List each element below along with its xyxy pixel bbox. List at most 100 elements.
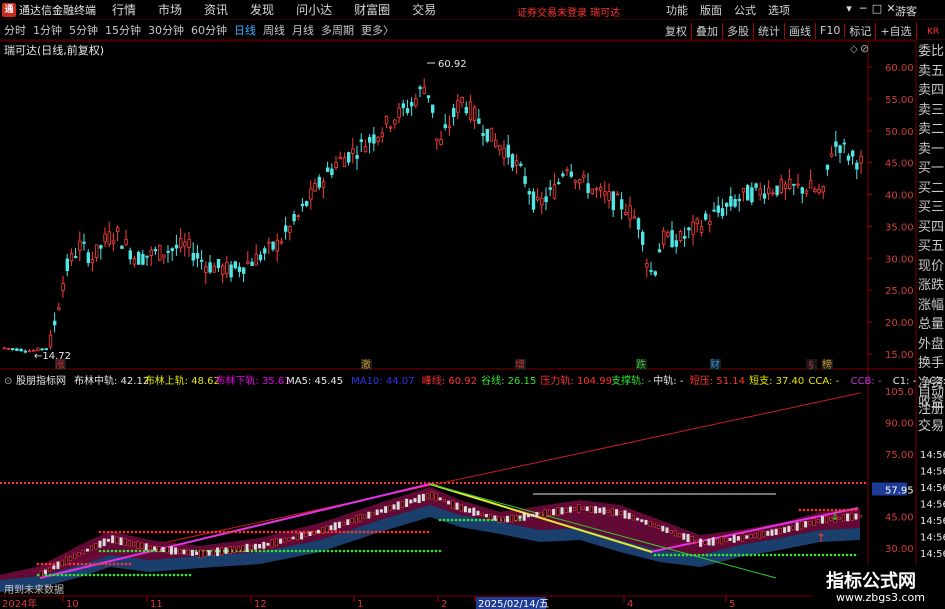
- ind-candle: [602, 507, 606, 515]
- support-dots: [653, 553, 657, 557]
- ind-candle: [820, 516, 824, 524]
- support-dots: [430, 549, 434, 553]
- ind-candle: [640, 519, 644, 523]
- support-dots: [370, 549, 374, 553]
- side-tab[interactable]: 买一: [918, 159, 945, 179]
- support-dots: [128, 573, 132, 577]
- ind-candle: [724, 537, 728, 543]
- support-dots: [282, 549, 286, 553]
- support-dots: [793, 553, 797, 557]
- support-dots: [466, 518, 470, 522]
- ind-candle: [589, 505, 593, 513]
- event-marker: 财: [710, 358, 720, 371]
- support-dots: [140, 573, 144, 577]
- candle-body: [90, 259, 95, 264]
- pressure-dots: [394, 530, 398, 534]
- ind-candle: [207, 550, 211, 556]
- support-dots: [98, 549, 102, 553]
- ind-candle: [841, 514, 845, 522]
- side-tab[interactable]: 涨幅: [918, 296, 945, 316]
- pressure-dots: [274, 530, 278, 534]
- ind-candle: [354, 515, 358, 524]
- side-tab[interactable]: 卖三: [918, 101, 945, 121]
- candle-body: [149, 249, 153, 256]
- side-tab[interactable]: 卖一: [918, 140, 945, 160]
- side-tab[interactable]: 卖二: [918, 120, 945, 140]
- indicator-field: CCB: -: [851, 376, 882, 387]
- support-dots: [124, 573, 128, 577]
- side-tab[interactable]: 买五: [918, 237, 945, 257]
- candle-body: [468, 101, 473, 121]
- candle-body: [120, 245, 124, 249]
- side-tab[interactable]: 自动: [918, 384, 945, 401]
- ind-candle: [484, 513, 488, 518]
- pressure-dots: [422, 530, 426, 534]
- side-tab[interactable]: 卖五: [918, 62, 945, 82]
- support-dots: [194, 549, 198, 553]
- ind-candle: [606, 510, 610, 513]
- ind-candle: [375, 509, 379, 516]
- side-tab[interactable]: 外盘: [918, 335, 945, 355]
- ind-candle: [106, 538, 110, 542]
- candle-body: [771, 192, 775, 195]
- indicator-field: 布林中轨: 42.12: [74, 374, 149, 387]
- side-tab[interactable]: 买三: [918, 198, 945, 218]
- indicator-field: 谷线: 26.15: [481, 374, 536, 387]
- pressure-dots: [142, 530, 146, 534]
- candle-body: [720, 208, 725, 216]
- candle-body: [641, 231, 645, 245]
- side-tab[interactable]: 卖四: [918, 81, 945, 101]
- candle-body: [704, 213, 708, 220]
- support-dots: [482, 518, 486, 522]
- pressure-dots: [128, 562, 132, 566]
- candle-body: [573, 180, 578, 183]
- candle-body: [842, 142, 846, 145]
- ind-candle: [715, 538, 719, 544]
- pressure-dots: [68, 562, 72, 566]
- pressure-dots: [210, 530, 214, 534]
- candle-body: [456, 100, 460, 113]
- chart-canvas[interactable]: 瑞可达(日线,前复权) ⊘◇ KR 60.00 55.00 50.00 45.00 40.00…: [0, 0, 945, 609]
- candle-body: [729, 196, 733, 207]
- ind-candle: [741, 533, 745, 542]
- side-tab[interactable]: 换手: [918, 354, 945, 374]
- candle-body: [725, 202, 729, 207]
- candle-body: [157, 244, 162, 261]
- side-tab[interactable]: 涨跌: [918, 276, 945, 296]
- ind-candle: [417, 494, 421, 504]
- candle-body: [199, 259, 204, 262]
- ind-candle: [804, 521, 808, 528]
- high-label: 60.92: [438, 59, 467, 70]
- ind-candle: [426, 493, 430, 500]
- side-tab[interactable]: 现价: [918, 257, 945, 277]
- pressure-dots: [238, 530, 242, 534]
- candle-body: [397, 107, 401, 118]
- candle-body: [552, 184, 557, 199]
- xaxis-label: 2024年: [2, 597, 37, 609]
- event-marker: §: [809, 360, 814, 371]
- ind-candle: [358, 514, 362, 522]
- ind-candle: [43, 569, 47, 574]
- side-tab[interactable]: 委比: [918, 42, 945, 62]
- xaxis-label: 12: [254, 599, 267, 609]
- side-tab[interactable]: 交易: [918, 418, 945, 435]
- support-dots: [849, 553, 853, 557]
- support-dots: [290, 549, 294, 553]
- support-dots: [721, 553, 725, 557]
- ind-candle: [77, 552, 81, 557]
- ind-candle: [190, 549, 194, 556]
- ind-candle: [552, 508, 556, 516]
- side-tab[interactable]: 总量: [918, 315, 945, 335]
- side-tab[interactable]: 买四: [918, 218, 945, 238]
- candle-body: [107, 231, 111, 245]
- ind-candle: [787, 525, 791, 532]
- side-tab[interactable]: 注册: [918, 401, 945, 418]
- pressure-dots: [246, 530, 250, 534]
- candle-body: [195, 253, 200, 259]
- indicator-field: MA5: 45.45: [286, 376, 343, 387]
- side-tab[interactable]: 买二: [918, 179, 945, 199]
- ind-candle: [657, 525, 661, 529]
- support-dots: [310, 549, 314, 553]
- candle-body: [65, 258, 69, 272]
- candle-body: [674, 240, 678, 247]
